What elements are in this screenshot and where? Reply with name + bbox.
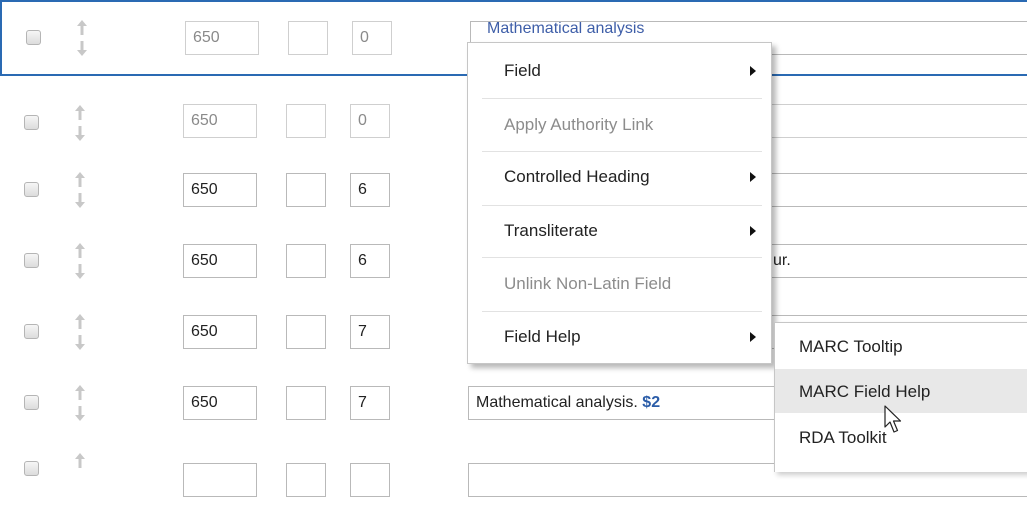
row-checkbox[interactable]	[24, 253, 39, 268]
submenu-item-marc-tooltip[interactable]: MARC Tooltip	[775, 324, 1027, 368]
submenu-arrow-icon	[750, 332, 756, 342]
indicator-1-field[interactable]	[286, 315, 326, 349]
indicator-1-field[interactable]	[286, 463, 326, 497]
submenu-item-label: MARC Tooltip	[799, 337, 903, 356]
menu-item-label: Field Help	[504, 327, 581, 346]
row-checkbox[interactable]	[24, 395, 39, 410]
row-checkbox[interactable]	[24, 115, 39, 130]
submenu-item-label: MARC Field Help	[799, 382, 931, 401]
indicator-1-field[interactable]	[286, 386, 326, 420]
up-down-arrows-icon[interactable]	[73, 312, 87, 352]
indicator-2-field[interactable]: 0	[350, 104, 390, 138]
up-down-arrows-icon[interactable]	[73, 103, 87, 143]
up-down-arrows-icon[interactable]	[73, 383, 87, 423]
indicator-2-field[interactable]: 7	[350, 315, 390, 349]
mouse-pointer-icon	[883, 405, 905, 440]
menu-item-label: Controlled Heading	[504, 167, 650, 186]
field-content-text: Mathematical analysis.	[476, 394, 638, 411]
tag-field[interactable]: 650	[183, 173, 257, 207]
tag-field[interactable]	[183, 463, 257, 497]
up-down-arrows-icon[interactable]	[75, 18, 89, 58]
row-checkbox[interactable]	[24, 324, 39, 339]
indicator-2-field[interactable]: 7	[350, 386, 390, 420]
menu-item-transliterate[interactable]: Transliterate	[482, 205, 762, 258]
row-checkbox[interactable]	[26, 30, 41, 45]
menu-item-controlled-heading[interactable]: Controlled Heading	[482, 151, 762, 204]
row-checkbox[interactable]	[24, 461, 39, 476]
indicator-2-field[interactable]: 6	[350, 173, 390, 207]
submenu-arrow-icon	[750, 66, 756, 76]
menu-item-label: Field	[504, 61, 541, 80]
submenu-arrow-icon	[750, 172, 756, 182]
submenu-arrow-icon	[750, 226, 756, 236]
menu-item-field-help[interactable]: Field Help	[482, 311, 762, 364]
subfield-code: $2	[642, 394, 661, 411]
indicator-2-field[interactable]	[350, 463, 390, 497]
menu-item-apply-authority-link: Apply Authority Link	[482, 99, 762, 152]
indicator-1-field[interactable]	[288, 21, 328, 55]
context-menu: Field Apply Authority Link Controlled He…	[467, 42, 772, 364]
up-down-arrows-icon[interactable]	[73, 170, 87, 210]
row-checkbox[interactable]	[24, 182, 39, 197]
tag-field[interactable]: 650	[183, 315, 257, 349]
indicator-1-field[interactable]	[286, 173, 326, 207]
tag-field[interactable]: 650	[183, 386, 257, 420]
menu-item-label: Transliterate	[504, 221, 598, 240]
menu-item-label: Apply Authority Link	[504, 115, 654, 134]
tag-field[interactable]: 650	[183, 104, 257, 138]
field-help-submenu: MARC Tooltip MARC Field Help RDA Toolkit	[774, 322, 1027, 472]
tag-field[interactable]: 650	[185, 21, 259, 55]
indicator-2-field[interactable]: 6	[350, 244, 390, 278]
menu-item-unlink-non-latin-field: Unlink Non-Latin Field	[482, 258, 762, 311]
up-down-arrows-icon[interactable]	[73, 241, 87, 281]
submenu-item-label: RDA Toolkit	[799, 428, 887, 447]
indicator-2-field[interactable]: 0	[352, 21, 392, 55]
indicator-1-field[interactable]	[286, 244, 326, 278]
menu-item-field[interactable]: Field	[482, 45, 762, 98]
indicator-1-field[interactable]	[286, 104, 326, 138]
menu-item-label: Unlink Non-Latin Field	[504, 274, 672, 293]
up-down-arrows-icon[interactable]	[73, 451, 87, 491]
tag-field[interactable]: 650	[183, 244, 257, 278]
